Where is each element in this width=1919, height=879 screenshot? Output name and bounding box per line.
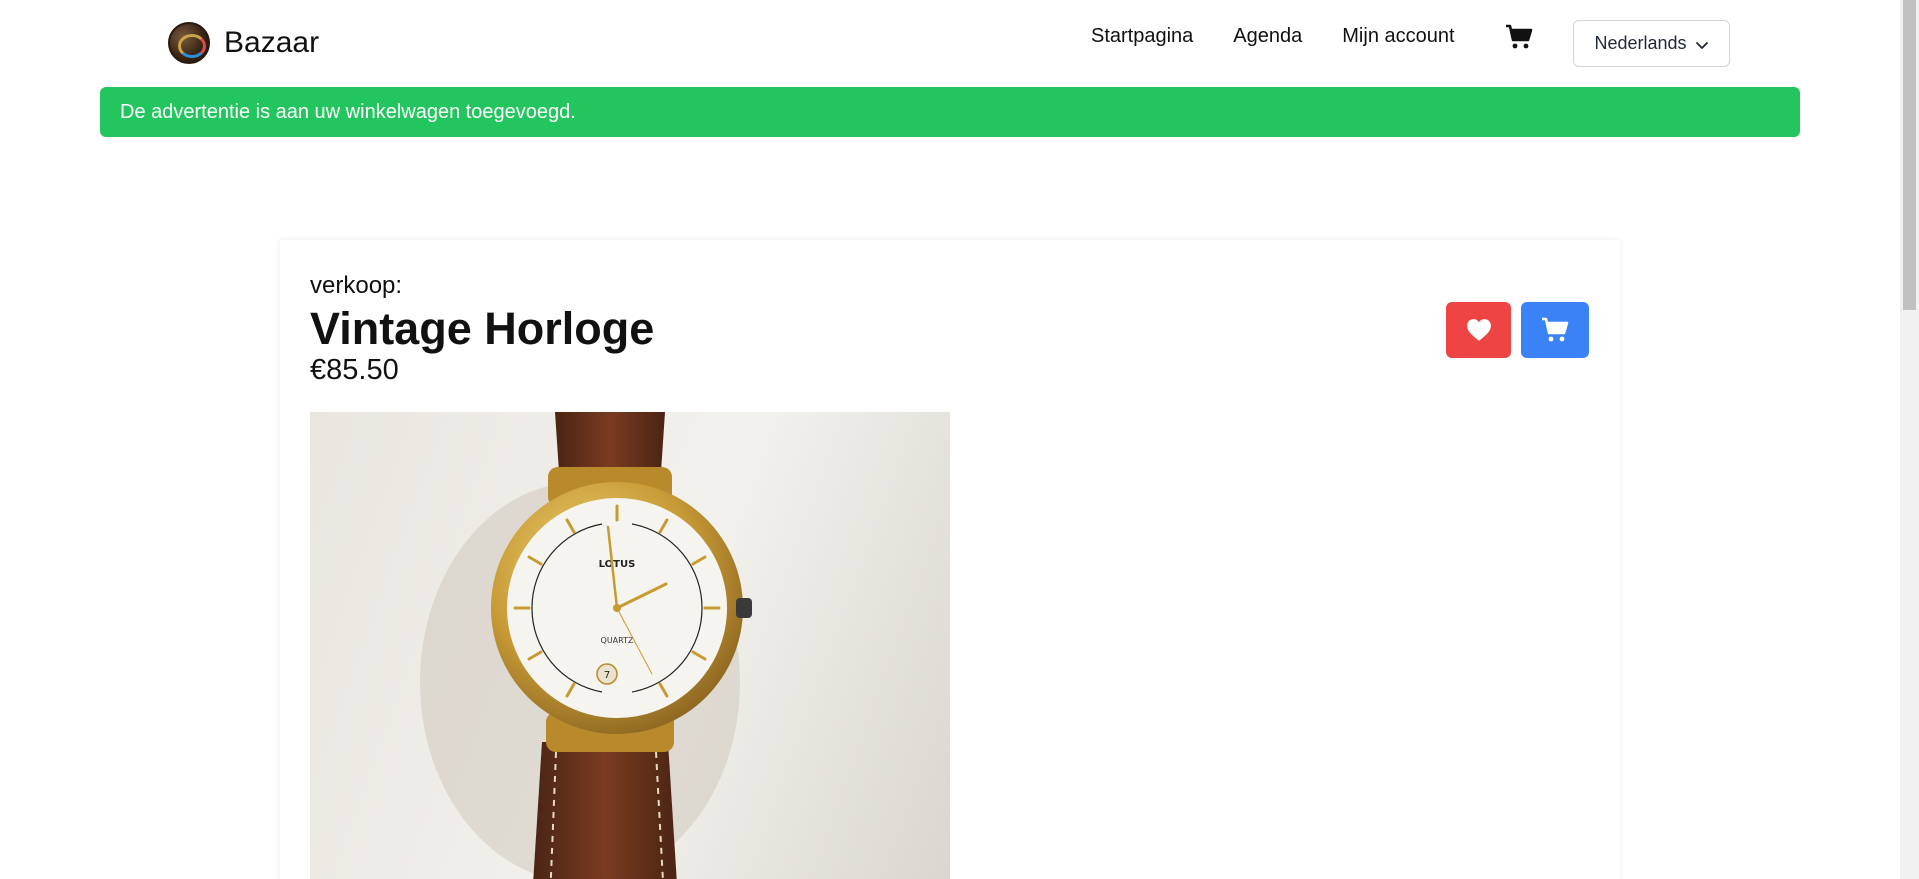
scrollbar-thumb[interactable] bbox=[1903, 0, 1916, 310]
heart-icon bbox=[1466, 319, 1491, 341]
favorite-button[interactable] bbox=[1446, 302, 1511, 358]
nav-links: Startpagina Agenda Mijn account bbox=[1091, 22, 1495, 50]
dial-quartz-text: QUARTZ bbox=[601, 636, 634, 645]
date-window-text: 7 bbox=[604, 670, 610, 681]
bazaar-logo-icon bbox=[168, 22, 210, 64]
alert-message: De advertentie is aan uw winkelwagen toe… bbox=[120, 100, 576, 123]
nav-link-agenda[interactable]: Agenda bbox=[1233, 22, 1302, 50]
page-scrollbar[interactable] bbox=[1900, 0, 1919, 879]
nav-link-startpagina[interactable]: Startpagina bbox=[1091, 22, 1193, 50]
language-select[interactable]: Nederlands bbox=[1573, 20, 1730, 67]
add-to-cart-button[interactable] bbox=[1521, 302, 1589, 358]
shopping-cart-icon[interactable] bbox=[1505, 24, 1533, 50]
shopping-cart-icon bbox=[1542, 317, 1569, 342]
chevron-down-icon bbox=[1695, 41, 1708, 49]
success-alert: De advertentie is aan uw winkelwagen toe… bbox=[100, 87, 1800, 137]
listing-card: verkoop: Vintage Horloge €85.50 LOTUS QU… bbox=[280, 240, 1620, 879]
dial-brand-text: LOTUS bbox=[599, 559, 636, 570]
brand-name: Bazaar bbox=[224, 26, 320, 59]
brand[interactable]: Bazaar bbox=[168, 22, 319, 64]
product-image[interactable]: LOTUS QUARTZ 7 bbox=[310, 412, 950, 879]
navbar: Bazaar Startpagina Agenda Mijn account N… bbox=[0, 0, 1900, 86]
listing-type: verkoop: bbox=[310, 272, 403, 299]
listing-title: Vintage Horloge bbox=[310, 303, 655, 354]
listing-price: €85.50 bbox=[310, 354, 399, 386]
nav-link-mijn-account[interactable]: Mijn account bbox=[1342, 22, 1454, 50]
language-label: Nederlands bbox=[1594, 33, 1687, 53]
